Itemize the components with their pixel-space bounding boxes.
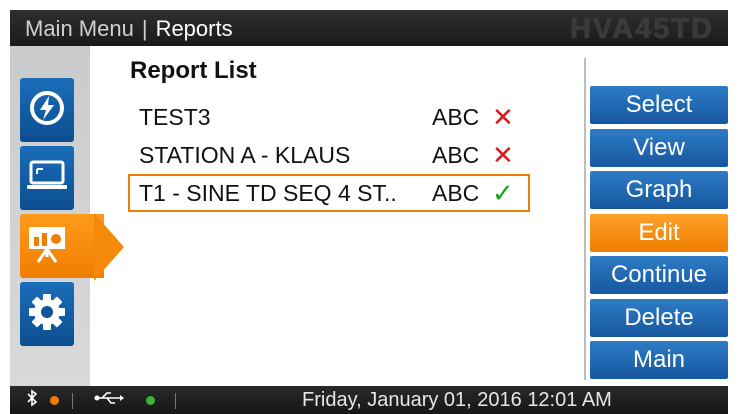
status-separator bbox=[175, 393, 176, 409]
divider bbox=[584, 58, 586, 380]
pass-check-icon: ✓ bbox=[492, 178, 514, 208]
report-list: TEST3 ABC ✕ STATION A - KLAUS ABC ✕ T1 -… bbox=[128, 100, 530, 214]
power-lightning-icon bbox=[27, 88, 67, 133]
usb-status-dot bbox=[146, 396, 155, 405]
report-name: T1 - SINE TD SEQ 4 ST.. bbox=[139, 180, 397, 206]
usb-icon bbox=[94, 389, 124, 412]
sidebar-item-test[interactable] bbox=[20, 78, 74, 142]
fail-x-icon: ✕ bbox=[492, 140, 514, 170]
report-row[interactable]: TEST3 ABC ✕ bbox=[130, 100, 528, 134]
view-button[interactable]: View bbox=[590, 128, 728, 167]
gear-icon bbox=[26, 291, 68, 338]
action-panel: Select View Graph Edit Continue Delete M… bbox=[590, 86, 728, 384]
status-bar: Friday, January 01, 2016 12:01 AM bbox=[10, 386, 728, 414]
main-button[interactable]: Main bbox=[590, 341, 728, 379]
report-row-selected[interactable]: T1 - SINE TD SEQ 4 ST.. ABC ✓ bbox=[128, 174, 530, 212]
sidebar-item-display[interactable] bbox=[20, 146, 74, 210]
bluetooth-status-dot bbox=[50, 396, 59, 405]
report-operator: ABC bbox=[432, 104, 480, 130]
sidebar-item-settings[interactable] bbox=[20, 282, 74, 346]
presentation-chart-icon bbox=[26, 224, 68, 269]
bluetooth-icon bbox=[26, 389, 38, 412]
title-bar: Main Menu | Reports HVA45TD bbox=[10, 10, 728, 46]
edit-button[interactable]: Edit bbox=[590, 213, 728, 252]
sidebar bbox=[10, 46, 104, 386]
report-operator: ABC bbox=[432, 180, 480, 206]
report-name: TEST3 bbox=[139, 104, 211, 130]
status-separator bbox=[72, 393, 73, 409]
breadcrumb-main-menu[interactable]: Main Menu bbox=[25, 16, 134, 41]
report-operator: ABC bbox=[432, 142, 480, 168]
laptop-icon bbox=[26, 159, 68, 198]
datetime-display: Friday, January 01, 2016 12:01 AM bbox=[302, 389, 612, 411]
fail-x-icon: ✕ bbox=[492, 102, 514, 132]
device-model-label: HVA45TD bbox=[570, 13, 714, 45]
select-button[interactable]: Select bbox=[590, 86, 728, 124]
breadcrumb-current: Reports bbox=[155, 16, 233, 41]
page-title: Report List bbox=[130, 57, 257, 84]
graph-button[interactable]: Graph bbox=[590, 171, 728, 209]
sidebar-item-reports[interactable] bbox=[20, 214, 104, 278]
active-item-pointer bbox=[94, 213, 124, 281]
continue-button[interactable]: Continue bbox=[590, 256, 728, 294]
delete-button[interactable]: Delete bbox=[590, 298, 728, 337]
report-name: STATION A - KLAUS bbox=[139, 142, 351, 168]
breadcrumb-separator: | bbox=[141, 16, 148, 41]
breadcrumb: Main Menu | Reports bbox=[25, 16, 233, 42]
report-row[interactable]: STATION A - KLAUS ABC ✕ bbox=[130, 138, 528, 172]
